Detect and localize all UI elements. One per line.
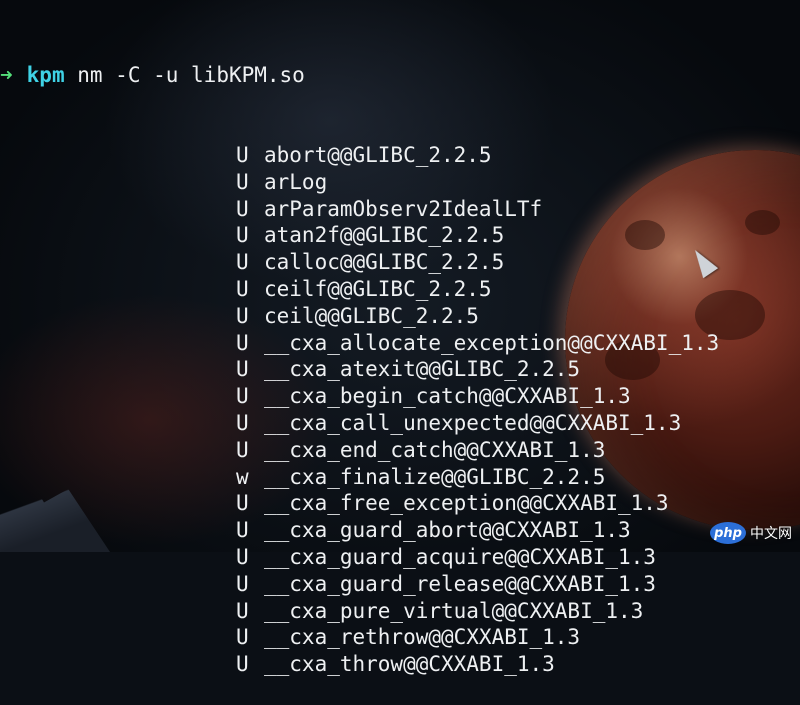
symbol-type: U: [236, 330, 249, 355]
symbol-name: __cxa_begin_catch@@CXXABI_1.3: [264, 384, 631, 409]
symbol-row: U __cxa_pure_virtual@@CXXABI_1.3: [0, 598, 800, 625]
symbol-row: Ucalloc@@GLIBC_2.2.5: [0, 249, 800, 276]
symbol-type: U: [236, 518, 249, 543]
symbol-type: U: [236, 357, 249, 382]
symbol-type: U: [236, 598, 249, 623]
symbol-name: abort@@GLIBC_2.2.5: [264, 142, 492, 167]
symbol-name: __cxa_allocate_exception@@CXXABI_1.3: [264, 330, 720, 355]
symbol-type: U: [236, 303, 249, 328]
symbol-name: __cxa_guard_release@@CXXABI_1.3: [264, 571, 656, 596]
prompt-line: ➜ kpm nm -C -u libKPM.so: [0, 62, 800, 89]
symbol-type: U: [236, 544, 249, 569]
symbol-name: __cxa_finalize@@GLIBC_2.2.5: [264, 464, 606, 489]
symbol-name: __cxa_end_catch@@CXXABI_1.3: [264, 437, 606, 462]
symbol-name: arParamObserv2IdealLTf: [264, 196, 543, 221]
symbol-name: __cxa_guard_abort@@CXXABI_1.3: [264, 518, 631, 543]
symbol-row: U __cxa_begin_catch@@CXXABI_1.3: [0, 383, 800, 410]
watermark-text: 中文网: [750, 526, 792, 542]
symbol-type: U: [236, 625, 249, 650]
symbol-name: ceilf@@GLIBC_2.2.5: [264, 276, 492, 301]
terminal-output[interactable]: ➜ kpm nm -C -u libKPM.so Uabort@@GLIBC_2.…: [0, 0, 800, 677]
symbol-row: U __cxa_guard_release@@CXXABI_1.3: [0, 571, 800, 598]
symbol-type: w: [236, 464, 249, 489]
symbol-row: U __cxa_end_catch@@CXXABI_1.3: [0, 437, 800, 464]
watermark: php 中文网: [710, 522, 792, 544]
symbol-row: Uceil@@GLIBC_2.2.5: [0, 303, 800, 330]
symbol-type: U: [236, 142, 249, 167]
symbol-name: __cxa_call_unexpected@@CXXABI_1.3: [264, 410, 682, 435]
symbol-name: __cxa_free_exception@@CXXABI_1.3: [264, 491, 669, 516]
symbol-row: U __cxa_throw@@CXXABI_1.3: [0, 651, 800, 678]
symbol-type: U: [236, 196, 249, 221]
symbol-type: U: [236, 652, 249, 677]
symbol-type: U: [236, 410, 249, 435]
prompt-directory: kpm: [26, 62, 65, 87]
symbol-name: calloc@@GLIBC_2.2.5: [264, 250, 505, 275]
symbol-row: U __cxa_call_unexpected@@CXXABI_1.3: [0, 410, 800, 437]
symbol-row: Uceilf@@GLIBC_2.2.5: [0, 276, 800, 303]
symbol-row: U __cxa_guard_abort@@CXXABI_1.3: [0, 517, 800, 544]
symbol-row: Uatan2f@@GLIBC_2.2.5: [0, 222, 800, 249]
symbol-row: U __cxa_rethrow@@CXXABI_1.3: [0, 624, 800, 651]
symbol-type: U: [236, 250, 249, 275]
symbol-name: arLog: [264, 169, 328, 194]
symbol-row: Uabort@@GLIBC_2.2.5: [0, 142, 800, 169]
watermark-badge: php: [710, 522, 746, 544]
symbol-row: UarLog: [0, 169, 800, 196]
symbol-name: __cxa_atexit@@GLIBC_2.2.5: [264, 357, 581, 382]
prompt-arrow-icon: ➜: [0, 62, 13, 87]
symbol-type: U: [236, 571, 249, 596]
symbol-row: w __cxa_finalize@@GLIBC_2.2.5: [0, 464, 800, 491]
symbol-type: U: [236, 223, 249, 248]
symbol-type: U: [236, 491, 249, 516]
symbol-row: U __cxa_allocate_exception@@CXXABI_1.3: [0, 330, 800, 357]
symbol-name: ceil@@GLIBC_2.2.5: [264, 303, 479, 328]
prompt-command: nm -C -u libKPM.so: [77, 62, 305, 87]
symbol-row: U __cxa_guard_acquire@@CXXABI_1.3: [0, 544, 800, 571]
symbol-name: __cxa_rethrow@@CXXABI_1.3: [264, 625, 581, 650]
symbol-type: U: [236, 169, 249, 194]
symbol-name: __cxa_throw@@CXXABI_1.3: [264, 652, 555, 677]
symbol-row: U __cxa_free_exception@@CXXABI_1.3: [0, 490, 800, 517]
symbol-type: U: [236, 384, 249, 409]
symbol-row: UarParamObserv2IdealLTf: [0, 196, 800, 223]
symbol-row: U __cxa_atexit@@GLIBC_2.2.5: [0, 356, 800, 383]
symbol-list: Uabort@@GLIBC_2.2.5 UarLog UarParamObserv2…: [0, 142, 800, 678]
symbol-name: __cxa_pure_virtual@@CXXABI_1.3: [264, 598, 644, 623]
symbol-name: atan2f@@GLIBC_2.2.5: [264, 223, 505, 248]
symbol-name: __cxa_guard_acquire@@CXXABI_1.3: [264, 544, 656, 569]
symbol-type: U: [236, 437, 249, 462]
symbol-type: U: [236, 276, 249, 301]
